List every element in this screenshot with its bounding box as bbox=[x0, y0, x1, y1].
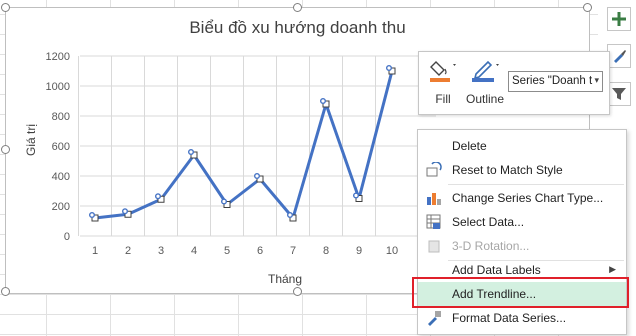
x-tick-label: 8 bbox=[323, 245, 329, 257]
highlight-box bbox=[412, 277, 629, 308]
submenu-arrow-icon: ▶ bbox=[609, 264, 616, 274]
x-tick-label: 7 bbox=[290, 245, 296, 257]
y-tick-label: 800 bbox=[52, 111, 70, 123]
menu-item-label: Delete bbox=[452, 139, 487, 153]
y-tick-label: 0 bbox=[64, 231, 70, 243]
menu-item-format-data-series[interactable]: Format Data Series... bbox=[418, 306, 626, 330]
outline-label: Outline bbox=[465, 92, 505, 106]
data-point-handle bbox=[386, 65, 393, 72]
x-tick-label: 2 bbox=[125, 245, 131, 257]
menu-item-reset-to-match-style[interactable]: Reset to Match Style bbox=[418, 158, 626, 182]
menu-item-label: Add Data Labels bbox=[452, 263, 541, 277]
resize-handle-top-center[interactable] bbox=[293, 3, 302, 12]
rotation-icon bbox=[428, 240, 440, 253]
y-tick-label: 1000 bbox=[46, 81, 70, 93]
fill-button[interactable]: Fill bbox=[423, 58, 463, 108]
data-point-handle bbox=[121, 208, 128, 215]
x-tick-label: 9 bbox=[356, 245, 362, 257]
fill-label: Fill bbox=[435, 92, 451, 106]
data-point-handle bbox=[154, 193, 161, 200]
x-tick-label: 6 bbox=[257, 245, 263, 257]
chart-filters-button[interactable] bbox=[607, 82, 631, 106]
brush-icon bbox=[614, 50, 626, 63]
menu-item-delete[interactable]: Delete bbox=[418, 134, 626, 158]
y-tick-label: 1200 bbox=[46, 51, 70, 63]
menu-item-label: Reset to Match Style bbox=[452, 163, 563, 177]
chart-styles-button[interactable] bbox=[607, 44, 631, 68]
reset-icon bbox=[426, 162, 442, 177]
resize-handle-bottom-center[interactable] bbox=[293, 287, 302, 296]
data-point-handle bbox=[88, 211, 95, 218]
format-icon bbox=[428, 311, 441, 326]
y-tick-label: 600 bbox=[52, 141, 70, 153]
resize-handle-top-right[interactable] bbox=[583, 3, 592, 12]
data-point-handle bbox=[287, 211, 294, 218]
data-point-handle bbox=[253, 172, 260, 179]
menu-item-3d-rotation[interactable]: 3-D Rotation... bbox=[418, 234, 626, 258]
format-mini-toolbar: Fill Outline Series "Doanh t ▾ bbox=[418, 51, 610, 115]
data-point-handle bbox=[187, 148, 194, 155]
chevron-down-icon: ▾ bbox=[594, 75, 599, 85]
outline-button[interactable]: Outline bbox=[465, 58, 505, 108]
paint-bucket-icon bbox=[430, 61, 456, 82]
pen-icon bbox=[472, 60, 499, 82]
x-tick-label: 4 bbox=[191, 245, 197, 257]
y-tick-label: 400 bbox=[52, 171, 70, 183]
data-point-handle bbox=[220, 198, 227, 205]
x-tick-label: 1 bbox=[92, 245, 98, 257]
menu-item-label: Format Data Series... bbox=[452, 311, 567, 325]
plus-icon bbox=[612, 12, 626, 26]
menu-separator bbox=[448, 184, 624, 185]
y-tick-label: 200 bbox=[52, 201, 70, 213]
x-tick-label: 5 bbox=[224, 245, 230, 257]
data-point-handle bbox=[353, 192, 360, 199]
chart-elements-button[interactable] bbox=[607, 7, 631, 31]
resize-handle-bottom-left[interactable] bbox=[1, 287, 10, 296]
menu-item-change-series-chart-type[interactable]: Change Series Chart Type... bbox=[418, 186, 626, 210]
x-tick-label: 10 bbox=[386, 245, 398, 257]
menu-item-label: Select Data... bbox=[452, 215, 525, 229]
filter-icon bbox=[612, 88, 626, 100]
series-select[interactable]: Series "Doanh t ▾ bbox=[508, 71, 603, 92]
chart-type-icon bbox=[427, 193, 441, 205]
select-data-icon bbox=[426, 214, 441, 229]
series-select-value: Series "Doanh t bbox=[512, 75, 593, 87]
menu-item-label: 3-D Rotation... bbox=[452, 239, 530, 253]
resize-handle-top-left[interactable] bbox=[1, 3, 10, 12]
menu-item-select-data[interactable]: Select Data... bbox=[418, 210, 626, 234]
resize-handle-middle-left[interactable] bbox=[1, 145, 10, 154]
menu-item-label: Change Series Chart Type... bbox=[452, 191, 604, 205]
x-tick-label: 3 bbox=[158, 245, 164, 257]
data-point-handle bbox=[320, 97, 327, 104]
